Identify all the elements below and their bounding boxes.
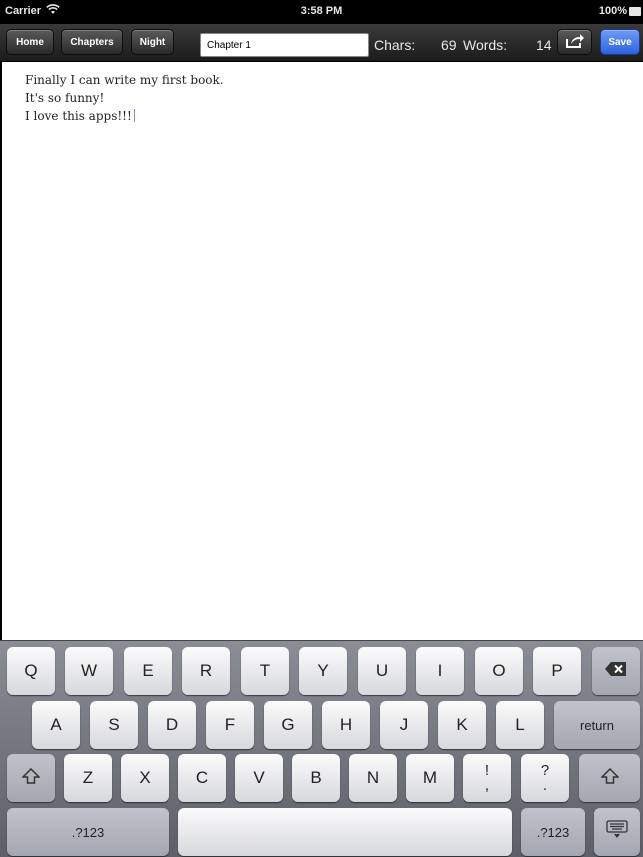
key-comma-label: , [484,777,490,794]
key-o[interactable]: O [475,647,523,695]
key-g[interactable]: G [264,701,312,749]
key-l[interactable]: L [496,701,544,749]
key-m[interactable]: M [406,754,454,802]
key-exclamation-label: ! [484,762,490,779]
key-e[interactable]: E [124,647,172,695]
keyboard-hide-icon [605,819,629,845]
status-bar: Carrier 3:58 PM 100% [0,0,643,24]
words-count: 14 [536,37,552,53]
key-question-period[interactable]: ? . [521,754,569,802]
numbers-key-right[interactable]: .?123 [521,808,585,856]
numbers-key-left[interactable]: .?123 [7,808,169,856]
shift-icon [21,767,41,789]
key-f[interactable]: F [206,701,254,749]
status-time: 3:58 PM [300,5,343,17]
shift-icon [599,767,620,789]
key-z[interactable]: Z [64,754,112,802]
key-c[interactable]: C [178,754,226,802]
text-cursor [133,109,135,122]
save-button[interactable]: Save [600,29,640,55]
chars-label: Chars: [374,37,416,53]
key-b[interactable]: B [292,754,340,802]
key-n[interactable]: N [349,754,397,802]
key-x[interactable]: X [121,754,169,802]
key-a[interactable]: A [32,701,80,749]
key-exclamation-comma[interactable]: ! , [463,754,511,802]
battery-percent: 100% [598,5,627,17]
text-editor[interactable]: Finally I can write my first book. It's … [0,62,643,640]
key-j[interactable]: J [380,701,428,749]
share-icon [565,33,585,52]
key-i[interactable]: I [416,647,464,695]
key-p[interactable]: P [533,647,581,695]
chapters-button[interactable]: Chapters [61,29,123,55]
toolbar: Home Chapters Night Chars: 69 Words: 14 … [0,24,643,62]
key-u[interactable]: U [358,647,406,695]
shift-key-left[interactable] [7,754,55,802]
words-label: Words: [463,37,508,53]
battery-icon [629,7,641,16]
key-period-label: . [542,777,548,794]
backspace-icon [604,661,628,682]
space-bar[interactable] [178,808,512,856]
editor-line: I love this apps!!! [25,109,132,123]
key-v[interactable]: V [235,754,283,802]
return-key[interactable]: return [554,701,640,749]
key-d[interactable]: D [148,701,196,749]
editor-line: Finally I can write my first book. [25,73,224,87]
key-y[interactable]: Y [299,647,347,695]
key-h[interactable]: H [322,701,370,749]
editor-content: Finally I can write my first book. It's … [25,71,224,125]
chapter-title-input[interactable] [200,33,369,57]
backspace-key[interactable] [592,647,640,695]
editor-line: It's so funny! [25,91,105,105]
key-s[interactable]: S [90,701,138,749]
key-q[interactable]: Q [7,647,55,695]
shift-key-right[interactable] [579,754,640,802]
key-question-label: ? [540,762,550,779]
chars-count: 69 [441,37,457,53]
key-w[interactable]: W [65,647,113,695]
key-k[interactable]: K [438,701,486,749]
hide-keyboard-key[interactable] [594,808,640,856]
share-button[interactable] [557,29,592,55]
key-t[interactable]: T [241,647,289,695]
key-r[interactable]: R [182,647,230,695]
night-mode-button[interactable]: Night [131,29,174,55]
onscreen-keyboard: Q W E R T Y U I O P A S D F G H J K L re… [0,640,643,857]
home-button[interactable]: Home [6,29,54,55]
